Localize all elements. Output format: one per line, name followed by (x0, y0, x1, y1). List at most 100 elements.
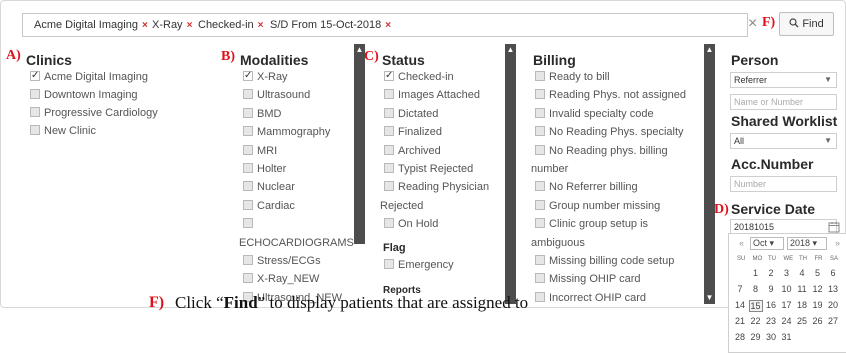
checkbox-item[interactable]: Invalid specialty code (535, 107, 654, 121)
calendar-day[interactable]: 13 (826, 284, 840, 294)
clear-filters-icon[interactable]: × (748, 14, 757, 34)
checkbox[interactable] (535, 89, 545, 100)
checkbox[interactable] (384, 163, 394, 173)
checkbox-item[interactable]: Missing billing code setup (535, 254, 674, 268)
checkbox-item[interactable]: Stress/ECGs (243, 254, 321, 268)
month-select[interactable]: Oct ▾ (750, 237, 784, 250)
checkbox-item[interactable]: X-Ray_NEW (243, 272, 319, 286)
calendar-day[interactable]: 1 (749, 268, 763, 278)
find-button[interactable]: Find (779, 12, 834, 36)
checkbox-item[interactable]: MRI (243, 144, 277, 158)
shared-worklist-select[interactable]: All ▼ (730, 133, 837, 149)
acc-number-input[interactable]: Number (730, 176, 837, 192)
modalities-scrollbar[interactable]: ▲ (354, 44, 365, 244)
checkbox[interactable] (243, 199, 253, 210)
calendar-day[interactable]: 17 (780, 300, 794, 310)
checkbox[interactable] (535, 181, 545, 192)
calendar-day[interactable]: 25 (795, 316, 809, 326)
calendar-day[interactable]: 28 (733, 332, 747, 342)
calendar-day[interactable]: 12 (811, 284, 825, 294)
checkbox[interactable] (243, 144, 253, 155)
prev-month-icon[interactable]: « (739, 238, 744, 248)
remove-tag-icon[interactable]: × (187, 20, 193, 31)
calendar-day[interactable]: 26 (811, 316, 825, 326)
calendar-day[interactable]: 2 (764, 268, 778, 278)
checkbox[interactable] (30, 107, 40, 117)
scroll-up-icon[interactable]: ▲ (705, 46, 714, 54)
scroll-up-icon[interactable]: ▲ (506, 46, 515, 54)
checkbox-item[interactable] (243, 217, 257, 231)
calendar-day[interactable]: 15 (748, 300, 763, 312)
checkbox[interactable] (535, 273, 545, 284)
checkbox[interactable] (243, 273, 253, 284)
calendar-day[interactable]: 8 (749, 284, 763, 294)
scroll-down-icon[interactable]: ▼ (705, 294, 714, 302)
checkbox[interactable] (243, 89, 253, 100)
checkbox-item[interactable]: Clinic group setup is (535, 217, 648, 231)
checkbox-item[interactable]: Ready to bill (535, 70, 610, 84)
checkbox-item[interactable]: Missing OHIP card (535, 272, 641, 286)
person-select[interactable]: Referrer ▼ (730, 72, 837, 88)
calendar-day[interactable]: 6 (826, 268, 840, 278)
checkbox-item[interactable]: ambiguous (531, 236, 585, 250)
year-select[interactable]: 2018 ▾ (787, 237, 827, 250)
checkbox-item[interactable]: BMD (243, 107, 281, 121)
checkbox-item[interactable]: Ultrasound (243, 88, 310, 102)
checkbox-item[interactable]: Downtown Imaging (30, 88, 138, 102)
calendar-day[interactable]: 11 (795, 284, 809, 294)
checkbox[interactable] (243, 163, 253, 173)
remove-tag-icon[interactable]: × (258, 20, 264, 31)
checkbox[interactable] (384, 181, 394, 192)
checkbox[interactable] (243, 69, 253, 83)
checkbox-item[interactable]: Finalized (384, 125, 442, 139)
calendar-day[interactable]: 14 (733, 300, 747, 310)
checkbox-item[interactable]: Acme Digital Imaging (30, 69, 148, 84)
checkbox[interactable] (535, 291, 545, 302)
calendar-day[interactable]: 7 (733, 284, 747, 294)
checkbox[interactable] (243, 255, 253, 265)
calendar-day[interactable]: 10 (780, 284, 794, 294)
checkbox[interactable] (384, 144, 394, 155)
checkbox-item[interactable]: Emergency (384, 258, 454, 272)
calendar-day[interactable]: 24 (780, 316, 794, 326)
remove-tag-icon[interactable]: × (142, 20, 148, 31)
status-scrollbar[interactable]: ▲ (505, 44, 516, 304)
checkbox[interactable] (535, 218, 545, 229)
checkbox-item[interactable]: Nuclear (243, 180, 295, 194)
checkbox-item[interactable]: Reading Physician (384, 180, 489, 194)
calendar-day[interactable]: 3 (780, 268, 794, 278)
person-input[interactable]: Name or Number (730, 94, 837, 110)
billing-scrollbar[interactable]: ▲ ▼ (704, 44, 715, 304)
checkbox-item[interactable]: New Clinic (30, 124, 96, 138)
checkbox-item[interactable]: Checked-in (384, 69, 454, 84)
calendar-day[interactable]: 5 (811, 268, 825, 278)
checkbox-item[interactable]: Group number missing (535, 199, 660, 213)
calendar-day[interactable]: 23 (764, 316, 778, 326)
checkbox[interactable] (30, 89, 40, 99)
checkbox[interactable] (243, 218, 253, 229)
checkbox[interactable] (384, 69, 394, 83)
checkbox-item[interactable]: No Reading phys. billing (535, 144, 668, 158)
checkbox[interactable] (384, 107, 394, 118)
checkbox[interactable] (384, 259, 394, 269)
checkbox[interactable] (243, 181, 253, 192)
checkbox[interactable] (384, 89, 394, 100)
calendar-day[interactable]: 19 (811, 300, 825, 310)
checkbox-item[interactable]: No Referrer billing (535, 180, 638, 194)
checkbox[interactable] (384, 218, 394, 229)
calendar-day[interactable]: 30 (764, 332, 778, 342)
checkbox-item[interactable]: Dictated (384, 107, 438, 121)
checkbox[interactable] (535, 144, 545, 155)
checkbox-item[interactable]: X-Ray (243, 69, 288, 84)
calendar-day[interactable]: 16 (764, 300, 778, 310)
checkbox[interactable] (535, 199, 545, 210)
calendar-day[interactable]: 27 (826, 316, 840, 326)
checkbox[interactable] (243, 126, 253, 137)
checkbox-item[interactable]: No Reading Phys. specialty (535, 125, 684, 139)
checkbox-item[interactable]: Cardiac (243, 199, 295, 213)
calendar-day[interactable]: 20 (826, 300, 840, 310)
checkbox-item[interactable]: Reading Phys. not assigned (535, 88, 686, 102)
checkbox[interactable] (535, 107, 545, 118)
calendar-day[interactable]: 9 (764, 284, 778, 294)
calendar-day[interactable]: 22 (749, 316, 763, 326)
